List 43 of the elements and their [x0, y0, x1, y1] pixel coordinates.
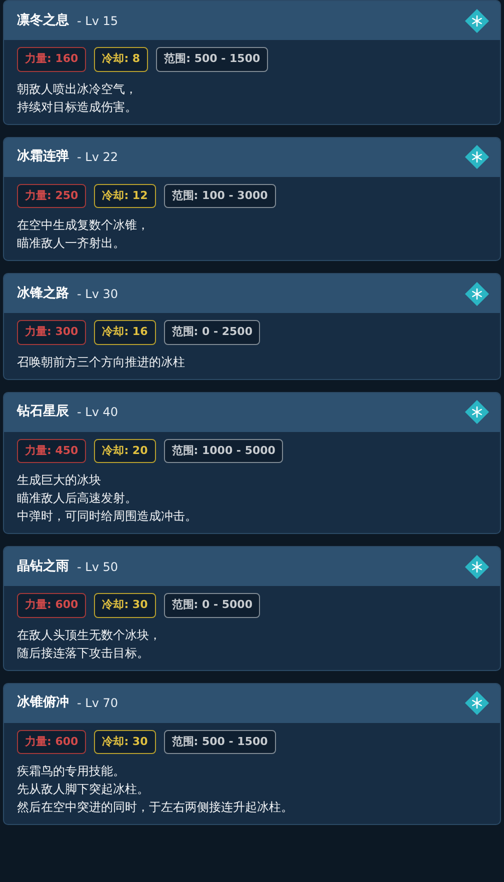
- description-line: 朝敌人喷出冰冷空气，: [17, 80, 138, 98]
- skill-level: - Lv 30: [77, 286, 118, 302]
- description-line: 瞄准敌人一齐射出。: [17, 235, 126, 252]
- stat-tag: 力量: 250: [17, 184, 86, 208]
- stat-tag: 冷却: 8: [94, 47, 148, 72]
- skill-name: 钻石星辰: [17, 403, 69, 422]
- description-line: 随后接连落下攻击目标。: [17, 644, 150, 662]
- skill-name: 晶钻之雨: [17, 558, 69, 576]
- description-line: 在空中生成复数个冰锥，: [17, 217, 150, 234]
- skill-level: - Lv 22: [77, 149, 118, 166]
- stat-tag: 范围: 500 - 1500: [156, 47, 268, 72]
- description-line: 在敌人头顶生无数个冰块，: [17, 626, 162, 644]
- stat-tag: 范围: 0 - 2500: [164, 320, 260, 344]
- description-line: 持续对目标造成伤害。: [17, 98, 138, 116]
- skill-name: 冰霜连弹: [17, 148, 69, 166]
- stat-tag: 力量: 450: [17, 438, 86, 463]
- stat-tag: 力量: 600: [17, 593, 86, 618]
- description-line: 先从敌人脚下突起冰柱。: [17, 781, 150, 798]
- description-line: 然后在空中突进的同时，于左右两侧接连升起冰柱。: [17, 799, 294, 816]
- skill-level: - Lv 40: [77, 404, 118, 421]
- stat-tag: 冷却: 20: [94, 438, 156, 463]
- description-line: 瞄准敌人后高速发射。: [17, 490, 138, 507]
- skill-level: - Lv 50: [77, 558, 118, 576]
- stat-tag: 范围: 500 - 1500: [164, 730, 276, 754]
- description-line: 生成巨大的冰块: [17, 472, 102, 489]
- stat-tag: 范围: 100 - 3000: [164, 184, 276, 208]
- stat-tag: 冷却: 30: [94, 730, 156, 754]
- skill-name: 凛冬之息: [17, 12, 69, 30]
- stat-tag: 力量: 300: [17, 320, 86, 344]
- skill-name: 冰锥俯冲: [17, 694, 69, 712]
- description-line: 召唤朝前方三个方向推进的冰柱: [17, 354, 186, 370]
- description-line: 中弹时，可同时给周围造成冲击。: [17, 508, 198, 525]
- stat-tag: 范围: 0 - 5000: [164, 593, 260, 618]
- stat-tag: 力量: 600: [17, 730, 86, 754]
- stat-tag: 范围: 1000 - 5000: [164, 438, 284, 463]
- stat-tag: 冷却: 12: [94, 184, 156, 208]
- stat-tag: 力量: 160: [17, 47, 86, 72]
- skill-level: - Lv 70: [77, 695, 118, 712]
- stat-tag: 冷却: 16: [94, 320, 156, 344]
- skill-name: 冰锋之路: [17, 284, 69, 303]
- stat-tag: 冷却: 30: [94, 593, 156, 618]
- description-line: 疾霜鸟的专用技能。: [17, 763, 126, 780]
- skill-level: - Lv 15: [77, 12, 118, 30]
